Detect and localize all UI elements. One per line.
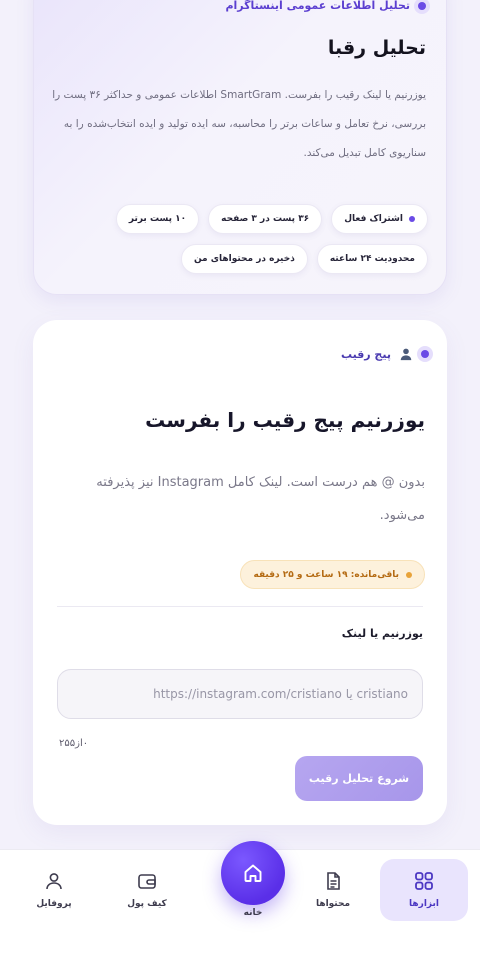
nav-label: محتواها [315,899,351,909]
eyebrow-text: تحلیل اطلاعات عمومی اینستاگرام [225,0,410,12]
nav-item-wallet[interactable]: کیف پول [103,859,191,921]
form-heading: یوزرنیم پیج رقیب را بفرست [145,408,425,432]
timer-text: باقی‌مانده: ۱۹ ساعت و ۲۵ دقیقه [253,569,399,580]
nav-label: ابزارها [409,899,439,909]
feature-chips-row-2: محدودیت ۲۴ ساعته ذخیره در محتواهای من [180,244,428,274]
intro-description: یوزرنیم یا لینک رقیب را بفرست. SmartGram… [52,89,426,159]
accent-dot-icon [418,1,426,10]
form-subtext: بدون @ هم درست است. لینک کامل Instagram … [96,475,425,523]
remaining-time-badge: باقی‌مانده: ۱۹ ساعت و ۲۵ دقیقه [240,560,425,589]
feature-chips-row-1: اشتراک فعال ۳۶ پست در ۳ صفحه ۱۰ پست برتر [115,204,428,234]
intro-eyebrow: تحلیل اطلاعات عمومی اینستاگرام [225,0,426,12]
intro-title: تحلیل رقبا [327,37,426,59]
page: تحلیل اطلاعات عمومی اینستاگرام تحلیل رقب… [0,0,480,968]
home-button[interactable] [221,841,285,905]
wallet-icon [138,874,156,889]
nav-item-tools[interactable]: ابزارها [380,859,468,921]
competitor-analysis-intro-card: تحلیل اطلاعات عمومی اینستاگرام تحلیل رقب… [33,0,447,295]
document-icon [327,872,340,890]
home-icon [244,864,262,882]
chip-active-subscription: اشتراک فعال [331,204,428,234]
chip-posts-pages: ۳۶ پست در ۳ صفحه [208,204,323,234]
chip-label: محدودیت ۲۴ ساعته [329,254,415,264]
username-field-label: یوزرنیم یا لینک [341,627,423,640]
chip-label: ذخیره در محتواهای من [193,254,295,264]
nav-item-contents[interactable]: محتواها [289,859,377,921]
competitor-form-card: پیج رقیب یوزرنیم پیج رقیب را بفرست بدون … [33,320,447,825]
user-silhouette-icon [400,348,412,361]
home-label: خانه [243,908,263,918]
nav-label: کیف پول [127,899,167,909]
chip-24h-limit: محدودیت ۲۴ ساعته [316,244,428,274]
grid-icon [415,872,433,890]
chip-label: ۳۶ پست در ۳ صفحه [221,214,310,224]
status-dot-icon [409,216,415,222]
character-counter: ۰از۲۵۵ [59,738,89,749]
chip-top-posts: ۱۰ پست برتر [115,204,200,234]
chip-label: ۱۰ پست برتر [128,214,187,224]
profile-icon [46,873,62,890]
timer-dot-icon [406,571,412,578]
nav-label: پروفایل [36,899,72,909]
accent-dot-icon [421,350,429,358]
chip-save-contents: ذخیره در محتواهای من [180,244,308,274]
section-tag-label: پیج رقیب [340,347,391,361]
chip-label: اشتراک فعال [344,214,403,224]
username-or-link-input[interactable] [57,669,423,719]
section-tag: پیج رقیب [341,347,429,361]
nav-item-profile[interactable]: پروفایل [10,859,98,921]
start-analysis-button[interactable]: شروع تحلیل رقیب [295,756,423,801]
divider [57,606,423,607]
